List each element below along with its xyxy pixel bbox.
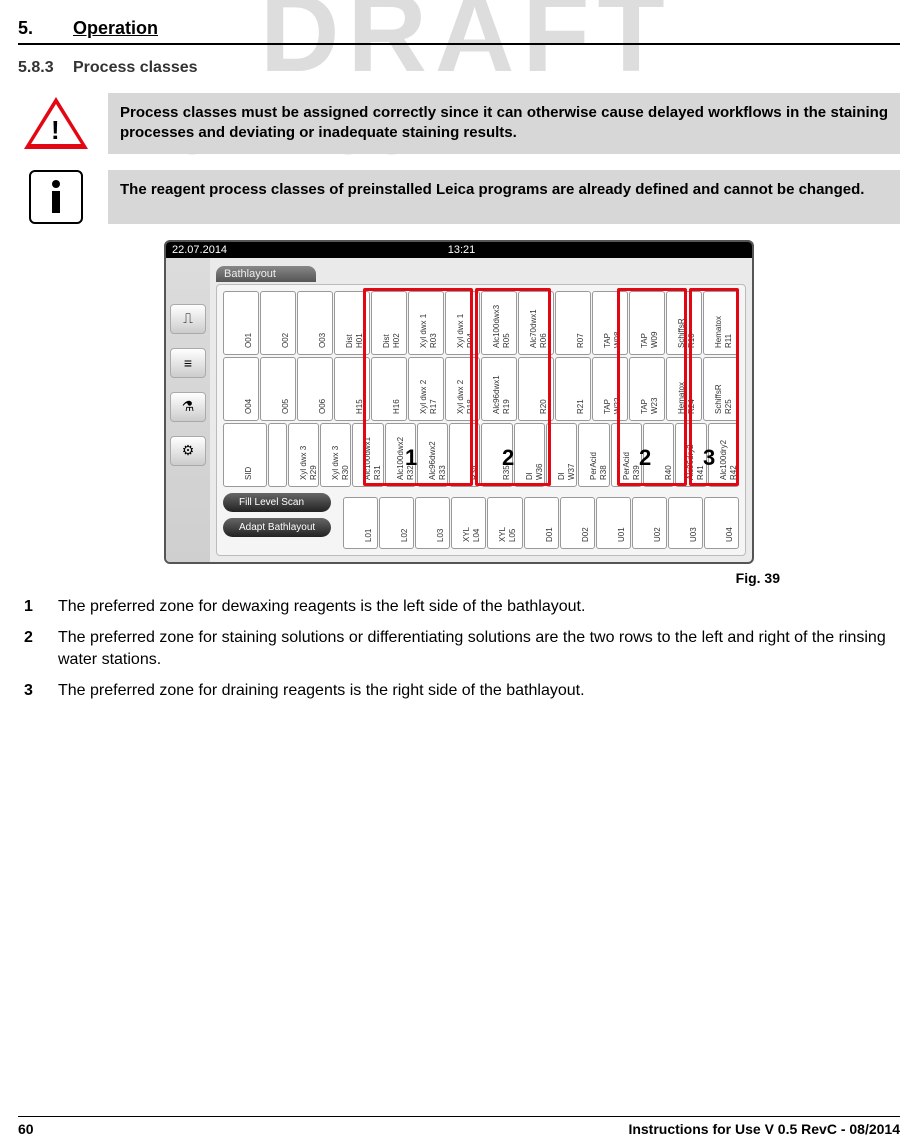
bath-slot[interactable]: O03 [297,291,333,355]
bath-slot[interactable]: O06 [297,357,333,421]
info-text: The reagent process classes of preinstal… [108,170,900,224]
section-number: 5.8.3 [18,59,73,77]
bathlayout-title: Bathlayout [216,266,316,282]
list-item: 1 The preferred zone for dewaxing reagen… [24,596,894,618]
adapt-bathlayout-button[interactable]: Adapt Bathlayout [223,518,331,537]
chapter-title: Operation [73,18,158,39]
bath-slot[interactable]: R38PerAcid [578,423,609,487]
list-text-3: The preferred zone for draining reagents… [58,680,894,702]
info-icon [29,170,83,224]
list-item: 3 The preferred zone for draining reagen… [24,680,894,702]
info-callout: The reagent process classes of preinstal… [18,170,900,224]
page-number: 60 [18,1121,34,1137]
load-slot[interactable]: U03 [668,497,703,549]
highlight-3: 3 [703,445,715,471]
fill-level-scan-button[interactable]: Fill Level Scan [223,493,331,512]
chapter-header: 5. Operation [18,18,900,45]
load-slot[interactable]: U01 [596,497,631,549]
warning-callout: ! Process classes must be assigned corre… [18,93,900,154]
bath-slot[interactable]: O04 [223,357,259,421]
legend-list: 1 The preferred zone for dewaxing reagen… [18,596,900,702]
list-item: 2 The preferred zone for staining soluti… [24,627,894,670]
load-slot[interactable]: D01 [524,497,559,549]
bath-slot[interactable]: R30Xyl dwx 3 [320,423,351,487]
highlight-1: 1 [405,445,417,471]
bath-slot[interactable]: O01 [223,291,259,355]
load-slot[interactable]: L01 [343,497,378,549]
bath-slot[interactable]: R29Xyl dwx 3 [288,423,319,487]
load-slot[interactable]: L02 [379,497,414,549]
doc-revision: Instructions for Use V 0.5 RevC - 08/201… [628,1121,900,1137]
sidebar-btn-4[interactable]: ⚙ [170,436,206,466]
bath-slot[interactable]: O02 [260,291,296,355]
figure-screenshot: 22.07.2014 13:21 ⎍ ≡ ⚗ ⚙ Bathlayout O01O… [164,240,754,564]
highlight-2b: 2 [639,445,651,471]
fig-sidebar: ⎍ ≡ ⚗ ⚙ [166,258,210,562]
sidebar-btn-1[interactable]: ⎍ [170,304,206,334]
bath-slot[interactable]: R07 [555,291,591,355]
load-slot[interactable]: D02 [560,497,595,549]
sidebar-btn-2[interactable]: ≡ [170,348,206,378]
list-num-2: 2 [24,627,58,670]
section-title: Process classes [73,59,198,77]
load-slot[interactable]: L04XYL [451,497,486,549]
bath-slot[interactable]: O05 [260,357,296,421]
figure-caption: Fig. 39 [736,570,780,586]
list-num-3: 3 [24,680,58,702]
bath-slot[interactable]: R21 [555,357,591,421]
load-slot[interactable]: U02 [632,497,667,549]
load-slot[interactable]: L05XYL [487,497,522,549]
warning-icon: ! [24,97,88,149]
warning-text: Process classes must be assigned correct… [108,93,900,154]
fig-date: 22.07.2014 [172,244,227,256]
section-header: 5.8.3 Process classes [18,59,900,77]
bath-slot[interactable] [268,423,287,487]
fig-time: 13:21 [448,244,476,256]
load-slot[interactable]: L03 [415,497,450,549]
list-num-1: 1 [24,596,58,618]
list-text-2: The preferred zone for staining solution… [58,627,894,670]
highlight-2a: 2 [502,445,514,471]
chapter-number: 5. [18,18,73,39]
page-footer: 60 Instructions for Use V 0.5 RevC - 08/… [18,1116,900,1137]
bath-slot[interactable]: SID [223,423,267,487]
list-text-1: The preferred zone for dewaxing reagents… [58,596,894,618]
sidebar-btn-3[interactable]: ⚗ [170,392,206,422]
load-slot[interactable]: U04 [704,497,739,549]
